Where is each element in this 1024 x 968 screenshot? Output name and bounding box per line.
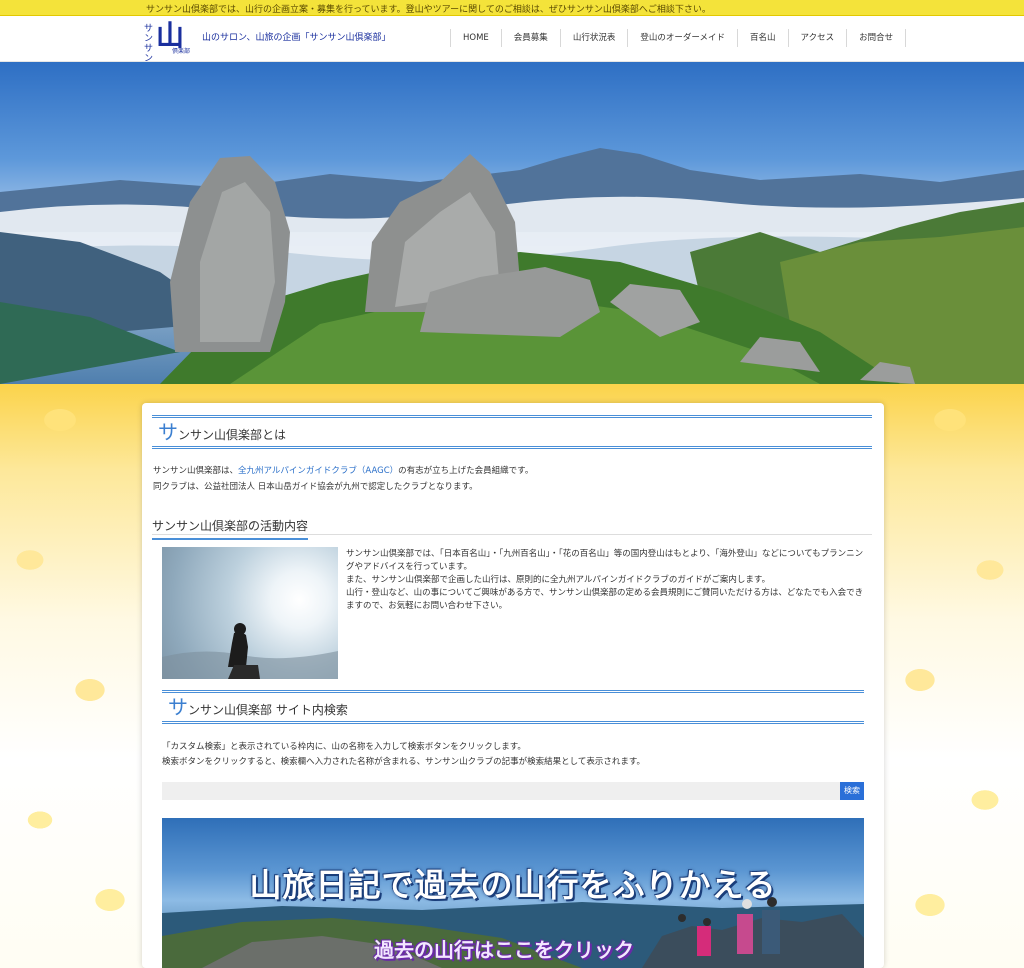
site-search-input[interactable]	[162, 782, 840, 800]
about-line-1-pre: サンサン山倶楽部は、	[153, 466, 239, 476]
activity-photo	[162, 547, 338, 679]
nav-item-hyakumeizan[interactable]: 百名山	[737, 29, 788, 47]
activity-text-2: また、サンサン山倶楽部で企画した山行は、原則的に全九州アルパインガイドクラブのガ…	[346, 575, 771, 585]
search-title-initial: サ	[168, 695, 188, 719]
nav-item-member-recruit[interactable]: 会員募集	[500, 29, 560, 47]
activity-heading-text: サンサン山倶楽部の活動内容	[152, 517, 309, 540]
about-line-1-post: の有志が立ち上げた会員組織です。	[398, 466, 534, 476]
search-title-text: ンサン山倶楽部 サイト内検索	[188, 703, 348, 717]
search-button[interactable]: 検索	[840, 782, 864, 800]
about-line-1: サンサン山倶楽部は、全九州アルパインガイドクラブ（AAGC）の有志が立ち上げた会…	[153, 463, 533, 479]
site-header: サンサン 山 倶楽部 山のサロン、山旅の企画「サンサン山倶楽部」 HOME 会員…	[0, 16, 1024, 65]
nav-item-home[interactable]: HOME	[450, 29, 501, 47]
nav-item-contact[interactable]: お問合せ	[846, 29, 907, 47]
about-title-text: ンサン山倶楽部とは	[178, 428, 287, 442]
aagc-link[interactable]: 全九州アルパインガイドクラブ（AAGC）	[238, 466, 398, 476]
main-content-card: サ ンサン山倶楽部とは サンサン山倶楽部は、全九州アルパインガイドクラブ（AAG…	[142, 403, 884, 968]
banner-subtitle-link[interactable]: 過去の山行はここをクリック	[374, 934, 634, 963]
travel-diary-banner[interactable]: 山旅日記で過去の山行をふりかえる 過去の山行はここをクリック	[162, 818, 864, 968]
search-instruction-2: 検索ボタンをクリックすると、検索欄へ入力された名称が含まれる、サンサン山クラブの…	[162, 757, 646, 767]
top-info-bar: サンサン山倶楽部では、山行の企画立案・募集を行っています。登山やツアーに関しての…	[0, 0, 1024, 16]
nav-item-access[interactable]: アクセス	[787, 29, 847, 47]
hero-slider[interactable]	[0, 62, 1024, 384]
logo-club-text: 倶楽部	[172, 48, 191, 55]
activity-text-1: サンサン山倶楽部では、「日本百名山」・「九州百名山」・「花の百名山」等の国内登山…	[346, 549, 864, 572]
about-section-title: サ ンサン山倶楽部とは	[152, 415, 872, 449]
logo-sub-text: サンサン	[144, 24, 154, 64]
top-info-text: サンサン山倶楽部では、山行の企画立案・募集を行っています。登山やツアーに関しての…	[146, 5, 711, 15]
about-line-2: 同クラブは、公益社団法人 日本山岳ガイド協会が九州で認定したクラブとなります。	[153, 482, 478, 492]
activity-description: サンサン山倶楽部では、「日本百名山」・「九州百名山」・「花の百名山」等の国内登山…	[346, 548, 866, 613]
activity-heading: サンサン山倶楽部の活動内容	[152, 515, 872, 540]
search-instruction-1: 「カスタム検索」と表示されている枠内に、山の名称を入力して検索ボタンをクリックし…	[162, 742, 526, 752]
site-logo[interactable]: サンサン 山 倶楽部	[142, 20, 194, 65]
about-title-initial: サ	[158, 420, 178, 444]
main-nav: HOME 会員募集 山行状況表 登山のオーダーメイド 百名山 アクセス お問合せ	[450, 29, 907, 47]
search-section-title: サ ンサン山倶楽部 サイト内検索	[162, 690, 864, 724]
banner-title: 山旅日記で過去の山行をふりかえる	[249, 866, 777, 904]
site-tagline: 山のサロン、山旅の企画「サンサン山倶楽部」	[202, 33, 391, 43]
nav-item-trip-status[interactable]: 山行状況表	[559, 29, 628, 47]
activity-text-3: 山行・登山など、山の事についてご興味がある方で、サンサン山倶楽部の定める会員規則…	[346, 588, 864, 611]
nav-item-order-made[interactable]: 登山のオーダーメイド	[627, 29, 737, 47]
hero-mountain-image	[0, 148, 1024, 384]
